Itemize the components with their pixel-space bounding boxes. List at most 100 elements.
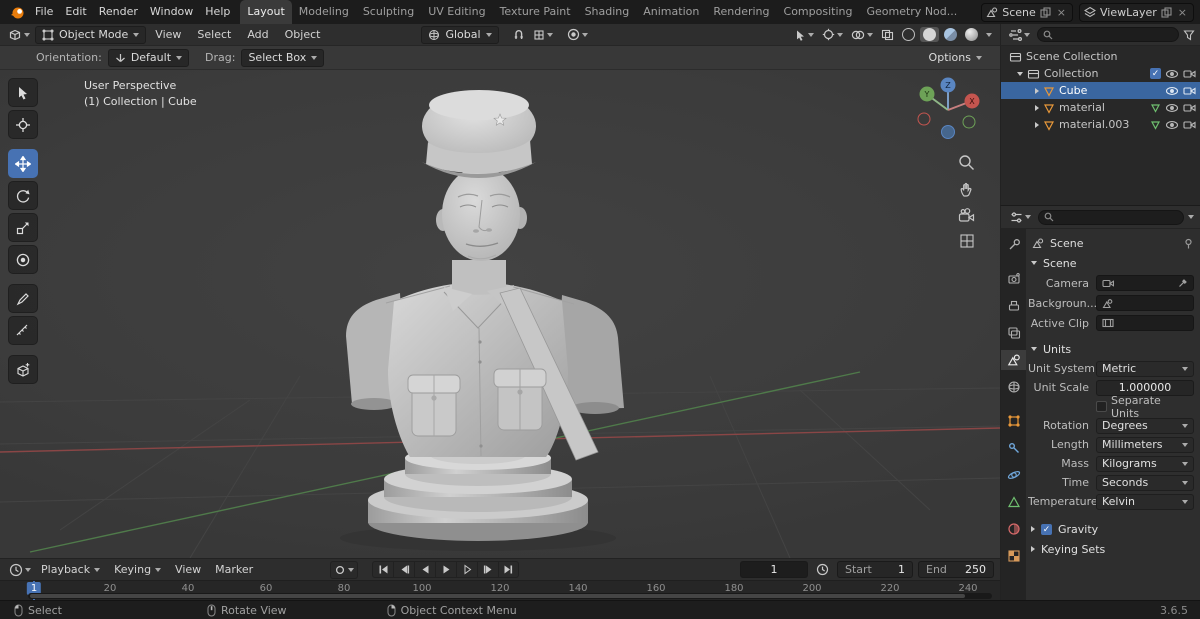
tab-material[interactable] [1001, 519, 1027, 539]
shading-dropdown-icon[interactable] [986, 32, 992, 37]
proportional-editing-button[interactable] [564, 26, 591, 44]
play-button[interactable] [435, 561, 457, 578]
scene-selector[interactable]: Scene × [981, 2, 1073, 22]
next-keyframe-button[interactable] [477, 561, 499, 578]
tab-view-layer[interactable] [1001, 323, 1027, 343]
menu-edit[interactable]: Edit [59, 0, 92, 24]
snap-toggle-button[interactable] [509, 26, 528, 44]
chevron-down-icon[interactable] [1188, 215, 1194, 219]
menu-window[interactable]: Window [144, 0, 199, 24]
scale-tool[interactable] [8, 213, 38, 242]
xray-toggle-button[interactable] [878, 26, 897, 44]
properties-editor-type-button[interactable] [1007, 208, 1034, 226]
rotate-tool[interactable] [8, 181, 38, 210]
background-field[interactable] [1096, 295, 1194, 311]
overlays-dropdown[interactable] [848, 26, 876, 44]
workspace-tab-layout[interactable]: Layout [240, 0, 292, 24]
section-units[interactable]: Units [1028, 339, 1194, 359]
temperature-dropdown[interactable]: Kelvin [1096, 493, 1194, 510]
timeline-ruler[interactable]: 0 20 40 60 80 100 120 140 160 180 200 22… [0, 580, 1000, 601]
separate-units-checkbox[interactable] [1096, 401, 1107, 412]
outliner-search-field[interactable] [1037, 27, 1179, 42]
camera-visibility-icon[interactable] [1183, 103, 1196, 113]
selectability-visibility-dropdown[interactable] [791, 26, 817, 44]
workspace-tab-modeling[interactable]: Modeling [292, 0, 356, 24]
new-scene-icon[interactable] [1040, 6, 1051, 18]
end-frame-field[interactable]: End 250 [918, 561, 994, 578]
new-viewlayer-icon[interactable] [1161, 6, 1172, 18]
menu-help[interactable]: Help [199, 0, 236, 24]
eye-icon[interactable] [1165, 69, 1179, 79]
workspace-tab-rendering[interactable]: Rendering [706, 0, 776, 24]
tab-tool[interactable] [1001, 235, 1027, 255]
workspace-tab-animation[interactable]: Animation [636, 0, 706, 24]
orthographic-grid-icon[interactable] [959, 233, 975, 249]
camera-visibility-icon[interactable] [1183, 120, 1196, 130]
gravity-checkbox[interactable]: ✓ [1041, 523, 1052, 535]
shading-rendered-button[interactable] [962, 27, 981, 42]
menu-object[interactable]: Object [278, 28, 328, 41]
shading-material-button[interactable] [941, 27, 960, 42]
eyedropper-icon[interactable] [1178, 278, 1188, 288]
pin-icon[interactable] [1183, 238, 1194, 249]
disclosure-icon[interactable] [1035, 121, 1039, 128]
gizmo-neg-x-ball[interactable] [917, 112, 931, 126]
menu-select[interactable]: Select [190, 28, 238, 41]
filter-icon[interactable] [1183, 29, 1195, 41]
gizmo-neg-y-ball[interactable] [962, 115, 976, 129]
eye-icon[interactable] [1165, 86, 1179, 96]
transform-orientation-dropdown[interactable]: Global [421, 25, 499, 44]
disclosure-icon[interactable] [1035, 104, 1039, 111]
unit-system-dropdown[interactable]: Metric [1096, 360, 1194, 377]
rotation-dropdown[interactable]: Degrees [1096, 417, 1194, 434]
camera-visibility-icon[interactable] [1183, 69, 1196, 79]
tab-scene[interactable] [1000, 350, 1027, 370]
annotate-tool[interactable] [8, 284, 38, 313]
outliner-row-material[interactable]: material [1001, 99, 1200, 116]
menu-marker[interactable]: Marker [208, 563, 260, 576]
outliner-row-material-003[interactable]: material.003 [1001, 116, 1200, 133]
outliner-editor-type-button[interactable] [1006, 26, 1033, 44]
section-gravity[interactable]: ✓ Gravity [1028, 519, 1194, 539]
timeline-editor-type-button[interactable] [6, 561, 34, 579]
unlink-scene-icon[interactable]: × [1055, 7, 1068, 18]
tab-texture[interactable] [1001, 546, 1027, 566]
drag-dropdown[interactable]: Select Box [241, 48, 325, 67]
shading-wireframe-button[interactable] [899, 27, 918, 42]
length-dropdown[interactable]: Millimeters [1096, 436, 1194, 453]
menu-render[interactable]: Render [93, 0, 144, 24]
orientation-dropdown[interactable]: Default [107, 48, 190, 67]
eye-icon[interactable] [1165, 103, 1179, 113]
menu-playback[interactable]: Playback [34, 563, 107, 576]
properties-search-field[interactable] [1038, 209, 1184, 225]
prev-keyframe-button[interactable] [393, 561, 415, 578]
play-reverse-button[interactable] [414, 561, 436, 578]
tab-object[interactable] [1001, 411, 1027, 431]
collection-checkbox[interactable]: ✓ [1150, 68, 1161, 79]
menu-add[interactable]: Add [240, 28, 275, 41]
transform-tool[interactable] [8, 245, 38, 274]
tab-render[interactable] [1001, 269, 1027, 289]
camera-view-icon[interactable] [958, 208, 975, 223]
navigation-gizmo[interactable]: Z Y X [912, 74, 984, 146]
outliner-row-collection[interactable]: Collection ✓ [1001, 65, 1200, 82]
jump-to-start-button[interactable] [372, 561, 394, 578]
next-frame-button[interactable] [456, 561, 478, 578]
workspace-tab-uv-editing[interactable]: UV Editing [421, 0, 492, 24]
time-dropdown[interactable]: Seconds [1096, 474, 1194, 491]
workspace-tab-shading[interactable]: Shading [578, 0, 637, 24]
active-clip-field[interactable] [1096, 315, 1194, 331]
workspace-tab-texture-paint[interactable]: Texture Paint [493, 0, 578, 24]
section-keying-sets[interactable]: Keying Sets [1028, 539, 1194, 559]
current-frame-field[interactable]: 1 [740, 561, 808, 578]
menu-keying[interactable]: Keying [107, 563, 168, 576]
editor-type-button[interactable] [5, 26, 33, 44]
outliner-row-scene-collection[interactable]: Scene Collection [1001, 48, 1200, 65]
eye-icon[interactable] [1165, 120, 1179, 130]
menu-view[interactable]: View [148, 28, 188, 41]
viewlayer-selector[interactable]: ViewLayer × [1079, 2, 1194, 22]
tab-world[interactable] [1001, 377, 1027, 397]
viewport-3d[interactable]: User Perspective (1) Collection | Cube Z… [0, 70, 1000, 558]
bust-model[interactable] [340, 90, 624, 551]
add-cube-tool[interactable] [8, 355, 38, 384]
